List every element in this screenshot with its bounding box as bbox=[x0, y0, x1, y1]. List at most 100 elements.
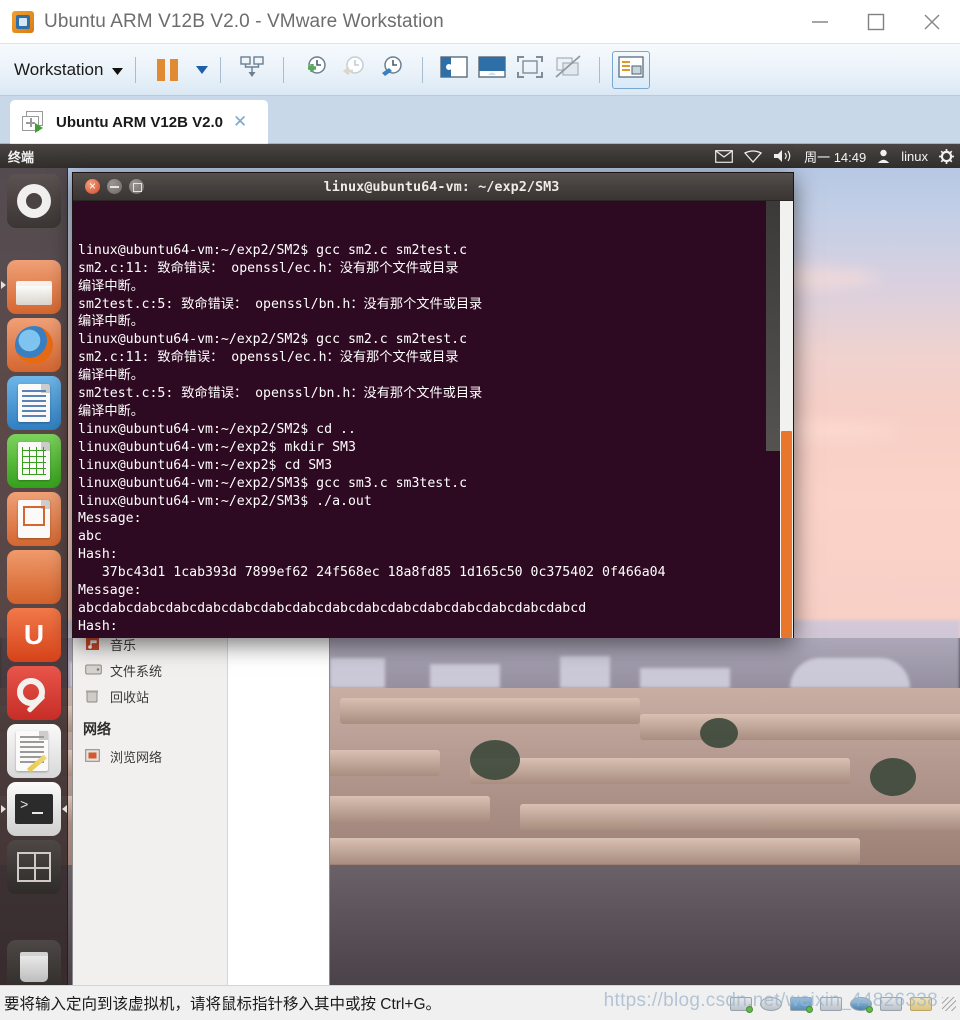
take-snapshot-button[interactable] bbox=[296, 51, 334, 89]
system-settings-icon bbox=[14, 673, 54, 713]
scrollbar-thumb[interactable] bbox=[781, 431, 792, 638]
gear-icon[interactable] bbox=[939, 149, 954, 164]
terminal-line: linux@ubuntu64-vm:~/exp2/SM3$ ./a.out bbox=[78, 493, 793, 511]
speaker-icon[interactable] bbox=[773, 149, 793, 163]
calc-icon bbox=[18, 442, 50, 480]
network-adapter-device-icon[interactable] bbox=[789, 993, 815, 1015]
places-item-label: 文件系统 bbox=[110, 661, 162, 680]
power-options-dropdown[interactable] bbox=[196, 61, 208, 79]
pause-icon bbox=[157, 59, 178, 81]
toolbar-divider bbox=[599, 57, 600, 83]
hard-disk-device-icon[interactable] bbox=[729, 993, 755, 1015]
library-view-button[interactable] bbox=[612, 51, 650, 89]
vm-tab-label: Ubuntu ARM V12B V2.0 bbox=[56, 114, 223, 131]
vmware-status-bar: 要将输入定向到该虚拟机，请将鼠标指针移入其中或按 Ctrl+G。 bbox=[0, 985, 960, 1020]
file-manager-window[interactable]: 音乐 文件系统 回收站 网络 浏览网络 bbox=[72, 624, 330, 985]
launcher-item-text-editor[interactable] bbox=[7, 724, 61, 778]
envelope-icon[interactable] bbox=[715, 150, 733, 163]
launcher-focused-arrow bbox=[62, 805, 67, 813]
launcher-item-impress[interactable] bbox=[7, 492, 61, 546]
terminal-line: 编译中断。 bbox=[78, 278, 793, 296]
terminal-line: Message: bbox=[78, 582, 793, 600]
maximize-button[interactable] bbox=[848, 0, 904, 44]
vmware-logo-icon bbox=[12, 11, 34, 33]
show-sidebar-button[interactable] bbox=[435, 51, 473, 89]
window-controls bbox=[792, 0, 960, 44]
close-icon[interactable] bbox=[85, 179, 100, 194]
launcher-item-terminal[interactable] bbox=[7, 782, 61, 836]
snapshot-add-icon bbox=[301, 54, 329, 85]
launcher-item-firefox[interactable] bbox=[7, 318, 61, 372]
places-item-trash[interactable]: 回收站 bbox=[73, 683, 227, 709]
network-browse-icon bbox=[85, 749, 103, 764]
music-icon bbox=[85, 637, 103, 652]
terminal-line: linux@ubuntu64-vm:~/exp2/SM2$ gcc sm2.c … bbox=[78, 331, 793, 349]
drive-icon bbox=[85, 663, 103, 678]
terminal-line: sm2.c:11: 致命错误： openssl/ec.h：没有那个文件或目录 bbox=[78, 260, 793, 278]
panel-clock[interactable]: 周一 14:49 bbox=[804, 147, 866, 166]
library-view-icon bbox=[618, 56, 644, 83]
toolbar-divider bbox=[283, 57, 284, 83]
launcher-item-writer[interactable] bbox=[7, 376, 61, 430]
sound-card-device-icon[interactable] bbox=[849, 993, 875, 1015]
snapshot-manager-button[interactable] bbox=[372, 51, 410, 89]
workstation-menu-button[interactable]: Workstation bbox=[14, 60, 123, 80]
shared-folders-device-icon[interactable] bbox=[909, 993, 935, 1015]
terminal-line: 编译中断。 bbox=[78, 313, 793, 331]
toolbar-divider bbox=[135, 57, 136, 83]
unity-launcher: 𝊀 U bbox=[0, 168, 68, 985]
pause-vm-button[interactable] bbox=[148, 51, 186, 89]
launcher-item-workspaces[interactable] bbox=[7, 840, 61, 894]
terminal-output[interactable]: linux@ubuntu64-vm:~/exp2/SM2$ gcc sm2.c … bbox=[73, 201, 793, 638]
minimize-icon[interactable] bbox=[107, 179, 122, 194]
vm-tab-strip: Ubuntu ARM V12B V2.0 ✕ bbox=[0, 96, 960, 144]
workstation-menu-label: Workstation bbox=[14, 60, 103, 80]
launcher-item-settings[interactable] bbox=[7, 666, 61, 720]
places-item-filesystem[interactable]: 文件系统 bbox=[73, 657, 227, 683]
launcher-item-software[interactable]: U bbox=[7, 608, 61, 662]
cd-dvd-device-icon[interactable] bbox=[759, 993, 785, 1015]
printer-device-icon[interactable] bbox=[819, 993, 845, 1015]
firefox-icon bbox=[15, 326, 53, 364]
text-editor-icon bbox=[14, 730, 54, 772]
unity-mode-button[interactable] bbox=[549, 51, 587, 89]
minimize-button[interactable] bbox=[792, 0, 848, 44]
resize-grip-icon[interactable] bbox=[942, 997, 956, 1011]
terminal-line: linux@ubuntu64-vm:~/exp2/SM2$ gcc sm2.c … bbox=[78, 242, 793, 260]
terminal-line: sm2test.c:5: 致命错误： openssl/bn.h：没有那个文件或目… bbox=[78, 385, 793, 403]
manage-snapshots-button[interactable] bbox=[233, 51, 271, 89]
terminal-line: sm2.c:11: 致命错误： openssl/ec.h：没有那个文件或目录 bbox=[78, 349, 793, 367]
snapshot-manager-icon bbox=[239, 54, 265, 85]
terminal-line: linux@ubuntu64-vm:~/exp2/SM2$ cd .. bbox=[78, 421, 793, 439]
console-view-icon bbox=[478, 56, 506, 83]
terminal-line: 编译中断。 bbox=[78, 403, 793, 421]
vmware-title-bar: Ubuntu ARM V12B V2.0 - VMware Workstatio… bbox=[0, 0, 960, 44]
wifi-icon[interactable] bbox=[744, 150, 762, 163]
maximize-icon[interactable] bbox=[129, 179, 144, 194]
revert-snapshot-button[interactable] bbox=[334, 51, 372, 89]
terminal-line: abcdabcdabcdabcdabcdabcdabcdabcdabcdabcd… bbox=[78, 600, 793, 618]
places-heading-network: 网络 bbox=[73, 719, 227, 739]
launcher-item-dash[interactable] bbox=[7, 174, 61, 228]
usb-device-icon[interactable] bbox=[879, 993, 905, 1015]
terminal-scrollbar[interactable] bbox=[780, 201, 793, 638]
terminal-line: a8f95215 08e03054 1325267f d822077a e5c2… bbox=[78, 636, 793, 638]
terminal-window[interactable]: linux@ubuntu64-vm: ~/exp2/SM3 linux@ubun… bbox=[72, 172, 794, 638]
places-item-browse-network[interactable]: 浏览网络 bbox=[73, 743, 227, 769]
fullscreen-icon bbox=[517, 56, 543, 83]
fullscreen-button[interactable] bbox=[511, 51, 549, 89]
close-icon[interactable]: ✕ bbox=[233, 112, 247, 132]
window-title: Ubuntu ARM V12B V2.0 - VMware Workstatio… bbox=[44, 11, 444, 33]
places-item-label: 浏览网络 bbox=[110, 747, 162, 766]
close-button[interactable] bbox=[904, 0, 960, 44]
launcher-item-files[interactable] bbox=[7, 260, 61, 314]
console-view-button[interactable] bbox=[473, 51, 511, 89]
launcher-item-amazon[interactable]: 𝊀 bbox=[7, 550, 61, 604]
launcher-item-calc[interactable] bbox=[7, 434, 61, 488]
ubuntu-logo-icon bbox=[17, 184, 51, 218]
terminal-line: linux@ubuntu64-vm:~/exp2$ cd SM3 bbox=[78, 457, 793, 475]
panel-user-name[interactable]: linux bbox=[901, 149, 928, 164]
vm-tab[interactable]: Ubuntu ARM V12B V2.0 ✕ bbox=[10, 100, 268, 144]
panel-app-name[interactable]: 终端 bbox=[8, 147, 34, 166]
launcher-item-trash[interactable] bbox=[7, 940, 61, 985]
